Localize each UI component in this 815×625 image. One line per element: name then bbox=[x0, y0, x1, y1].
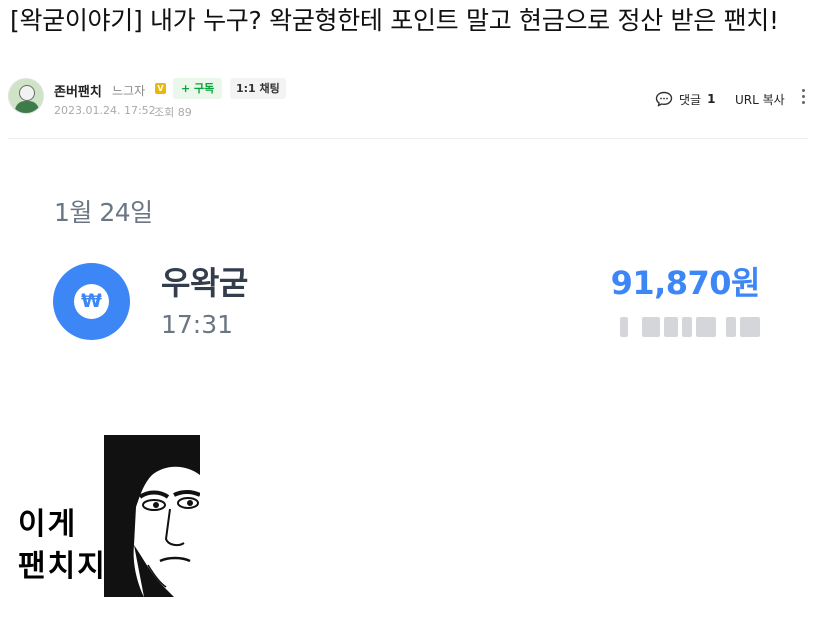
post-date: 2023.01.24. 17:52 bbox=[54, 104, 156, 117]
avatar[interactable] bbox=[8, 78, 44, 114]
comment-icon bbox=[655, 91, 673, 107]
member-grade: 느그자 bbox=[112, 84, 146, 98]
divider bbox=[8, 138, 808, 139]
sender-name: 우왁굳 bbox=[161, 264, 248, 302]
meme-caption-line1: 이게 bbox=[18, 507, 78, 542]
meme-image: 이게 팬치지 bbox=[8, 435, 200, 597]
blurred-account-info bbox=[620, 313, 760, 341]
transaction-time: 17:31 bbox=[161, 310, 234, 339]
comment-button[interactable]: 댓글 1 bbox=[655, 88, 715, 110]
chat-button[interactable]: 1:1 채팅 bbox=[230, 78, 286, 99]
url-copy-button[interactable]: URL 복사 bbox=[735, 91, 785, 108]
comment-label: 댓글 bbox=[679, 92, 702, 107]
comment-count: 1 bbox=[707, 92, 716, 106]
won-symbol: ₩ bbox=[74, 284, 109, 319]
meme-face-drawing bbox=[104, 435, 200, 597]
transaction-amount: 91,870원 bbox=[610, 264, 761, 302]
post-meta: 존버팬치 느그자 V + 구독 1:1 채팅 2023.01.24. 17:52… bbox=[8, 78, 808, 122]
meme-caption-line2: 팬치지 bbox=[18, 549, 107, 584]
more-options-icon[interactable] bbox=[800, 89, 806, 107]
view-count: 조회 89 bbox=[154, 106, 192, 119]
grade-badge-icon: V bbox=[155, 83, 166, 94]
subscribe-button[interactable]: + 구독 bbox=[173, 78, 223, 99]
post-title: [왁굳이야기] 내가 누구? 왁굳형한테 포인트 말고 현금으로 정산 받은 팬… bbox=[10, 6, 779, 35]
won-icon: ₩ bbox=[53, 263, 130, 340]
transaction-date: 1월 24일 bbox=[54, 198, 153, 227]
author-name[interactable]: 존버팬치 bbox=[54, 81, 102, 100]
